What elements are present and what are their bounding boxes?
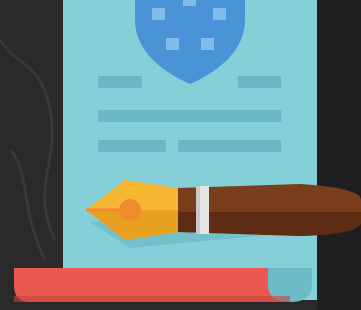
text-line-3-left: [98, 140, 166, 152]
text-line-2: [98, 110, 281, 122]
text-line-1-right: [238, 76, 281, 88]
background-right-band: [317, 0, 361, 310]
text-line-1-left: [98, 76, 142, 88]
certificate-illustration: [0, 0, 361, 310]
text-line-3-right: [178, 140, 281, 152]
scroll-roll: [14, 268, 290, 302]
pen-body: [178, 184, 361, 236]
illustration-canvas: [0, 0, 361, 310]
